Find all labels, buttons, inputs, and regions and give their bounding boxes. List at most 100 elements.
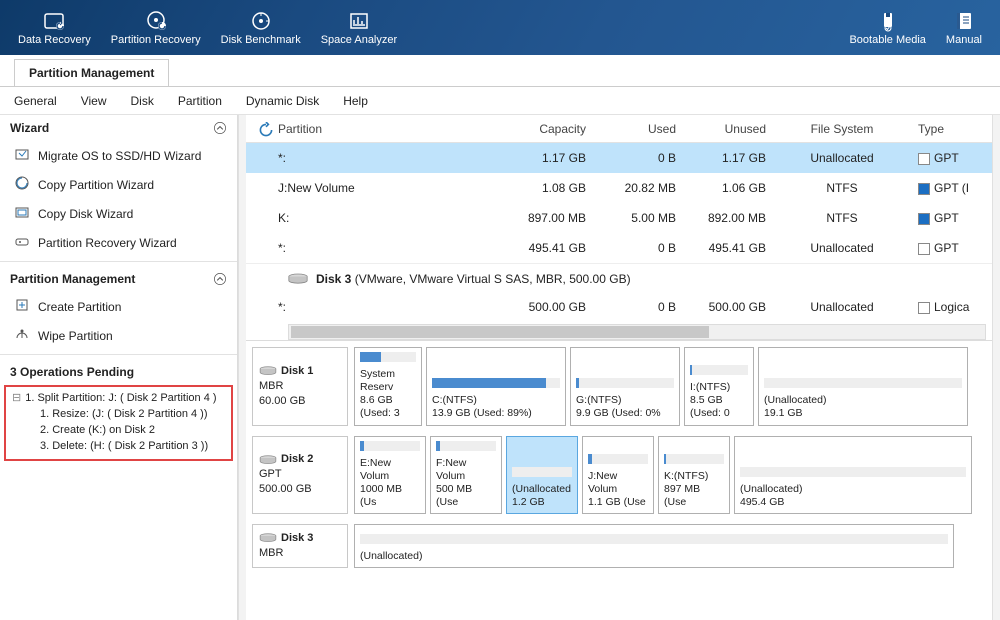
disk3-header-row[interactable]: Disk 3 (VMware, VMware Virtual S SAS, MB…	[246, 263, 992, 292]
ribbon-manual-button[interactable]: Manual	[936, 6, 992, 50]
pm-header-label: Partition Management	[10, 272, 135, 286]
cell-used: 20.82 MB	[592, 181, 682, 195]
cell-unused: 1.17 GB	[682, 151, 772, 165]
partition-detail: 9.9 GB (Used: 0%	[576, 407, 674, 420]
col-used[interactable]: Used	[592, 122, 682, 136]
partition-detail: 13.9 GB (Used: 89%)	[432, 407, 560, 420]
partition-box[interactable]: F:New Volum500 MB (Use	[430, 436, 502, 515]
chevron-up-icon	[213, 272, 227, 286]
cell-used: 0 B	[592, 151, 682, 165]
partition-table-header: Partition Capacity Used Unused File Syst…	[246, 115, 992, 143]
wizard-item-icon	[14, 233, 30, 252]
cell-type: GPT	[912, 241, 992, 255]
disk-title: Disk 1	[281, 364, 313, 379]
partition-row[interactable]: K:897.00 MB5.00 MB892.00 MBNTFSGPT	[246, 203, 992, 233]
partition-row[interactable]: *:500.00 GB0 B500.00 GBUnallocatedLogica	[246, 292, 992, 322]
ribbon-partition-recovery-button[interactable]: Partition Recovery	[101, 6, 211, 50]
pm-item[interactable]: Create Partition	[0, 292, 237, 321]
ribbon-space-analyzer-button[interactable]: Space Analyzer	[311, 6, 407, 50]
partition-box[interactable]: (Unallocated)495.4 GB	[734, 436, 972, 515]
partition-row[interactable]: *:1.17 GB0 B1.17 GBUnallocatedGPT	[246, 143, 992, 173]
main-scrollbar[interactable]	[992, 115, 1000, 620]
pending-op-sub[interactable]: 2. Create (K:) on Disk 2	[12, 423, 225, 439]
tree-collapse-icon[interactable]: ⊟	[12, 391, 21, 407]
menu-dynamic-disk[interactable]: Dynamic Disk	[246, 94, 319, 108]
partition-box[interactable]: (Unallocated)	[354, 524, 954, 568]
partition-box[interactable]: I:(NTFS)8.5 GB (Used: 0	[684, 347, 754, 426]
col-type[interactable]: Type	[912, 122, 992, 136]
pm-item-label: Create Partition	[38, 300, 121, 314]
wizard-item-icon	[14, 204, 30, 223]
partition-name: System Reserv	[360, 368, 416, 394]
wizard-item-label: Copy Disk Wizard	[38, 207, 133, 221]
partition-detail: 19.1 GB	[764, 407, 962, 420]
menu-view[interactable]: View	[81, 94, 107, 108]
cell-partition: K:	[272, 211, 502, 225]
partition-box[interactable]: (Unallocated)19.1 GB	[758, 347, 968, 426]
pm-item[interactable]: Wipe Partition	[0, 321, 237, 350]
partition-detail: 1.2 GB	[512, 496, 572, 509]
wizard-item[interactable]: Migrate OS to SSD/HD Wizard	[0, 141, 237, 170]
partition-box[interactable]: C:(NTFS)13.9 GB (Used: 89%)	[426, 347, 566, 426]
disk-map-row: Disk 2GPT500.00 GBE:New Volum1000 MB (Us…	[252, 436, 986, 515]
disk-scheme: MBR	[259, 546, 341, 561]
ribbon-disk-benchmark-button[interactable]: Disk Benchmark	[211, 6, 311, 50]
cell-filesystem: Unallocated	[772, 241, 912, 255]
partition-box[interactable]: G:(NTFS)9.9 GB (Used: 0%	[570, 347, 680, 426]
cell-partition: J:New Volume	[272, 181, 502, 195]
wizard-item-icon	[14, 146, 30, 165]
cell-type: GPT (I	[912, 181, 992, 195]
ribbon-data-recovery-button[interactable]: Data Recovery	[8, 6, 101, 50]
menu-disk[interactable]: Disk	[131, 94, 154, 108]
menu-general[interactable]: General	[14, 94, 57, 108]
wizard-item[interactable]: Copy Partition Wizard	[0, 170, 237, 199]
partition-name: (Unallocated)	[740, 483, 966, 496]
table-horizontal-scrollbar[interactable]	[288, 324, 986, 340]
sidebar-scrollbar[interactable]	[238, 115, 246, 620]
disk-label-box[interactable]: Disk 3MBR	[252, 524, 348, 568]
partition-row[interactable]: *:495.41 GB0 B495.41 GBUnallocatedGPT	[246, 233, 992, 263]
disk-label-box[interactable]: Disk 2GPT500.00 GB	[252, 436, 348, 515]
ribbon-bootable-media-button[interactable]: Bootable Media	[839, 6, 935, 50]
cell-capacity: 1.17 GB	[502, 151, 592, 165]
wizard-header-label: Wizard	[10, 121, 49, 135]
partition-detail: 1.1 GB (Use	[588, 496, 648, 509]
disk-title: Disk 2	[281, 452, 313, 467]
col-filesystem[interactable]: File System	[772, 122, 912, 136]
col-capacity[interactable]: Capacity	[502, 122, 592, 136]
partition-management-section-header[interactable]: Partition Management	[0, 266, 237, 292]
tab-partition-management[interactable]: Partition Management	[14, 59, 169, 86]
usage-meter	[588, 454, 648, 464]
partition-box[interactable]: System Reserv8.6 GB (Used: 3	[354, 347, 422, 426]
partition-box[interactable]: (Unallocated1.2 GB	[506, 436, 578, 515]
usage-meter	[764, 378, 962, 388]
partition-box[interactable]: J:New Volum1.1 GB (Use	[582, 436, 654, 515]
col-unused[interactable]: Unused	[682, 122, 772, 136]
menu-partition[interactable]: Partition	[178, 94, 222, 108]
pending-op-sub[interactable]: 3. Delete: (H: ( Disk 2 Partition 3 ))	[12, 439, 225, 455]
wizard-item[interactable]: Partition Recovery Wizard	[0, 228, 237, 257]
tab-bar: Partition Management	[0, 55, 1000, 87]
col-partition[interactable]: Partition	[272, 122, 502, 136]
cell-type: GPT	[912, 151, 992, 165]
partition-detail: 500 MB (Use	[436, 483, 496, 509]
partition-name: F:New Volum	[436, 457, 496, 483]
disk-scheme: MBR	[259, 379, 341, 394]
disk-label-box[interactable]: Disk 1MBR60.00 GB	[252, 347, 348, 426]
type-swatch-icon	[918, 243, 930, 255]
ribbon-label: Data Recovery	[18, 34, 91, 46]
pending-op-sub[interactable]: 1. Resize: (J: ( Disk 2 Partition 4 ))	[12, 407, 225, 423]
wizard-item-label: Migrate OS to SSD/HD Wizard	[38, 149, 201, 163]
type-swatch-icon	[918, 213, 930, 225]
partition-box[interactable]: K:(NTFS)897 MB (Use	[658, 436, 730, 515]
menu-help[interactable]: Help	[343, 94, 368, 108]
left-sidebar: Wizard Migrate OS to SSD/HD Wizard Copy P…	[0, 115, 238, 620]
pending-op-root[interactable]: 1. Split Partition: J: ( Disk 2 Partitio…	[25, 391, 216, 407]
wizard-item[interactable]: Copy Disk Wizard	[0, 199, 237, 228]
usage-meter	[432, 378, 560, 388]
type-swatch-icon	[918, 302, 930, 314]
partition-box[interactable]: E:New Volum1000 MB (Us	[354, 436, 426, 515]
wizard-section-header[interactable]: Wizard	[0, 115, 237, 141]
partition-detail: 8.6 GB (Used: 3	[360, 394, 416, 420]
partition-row[interactable]: J:New Volume1.08 GB20.82 MB1.06 GBNTFSGP…	[246, 173, 992, 203]
